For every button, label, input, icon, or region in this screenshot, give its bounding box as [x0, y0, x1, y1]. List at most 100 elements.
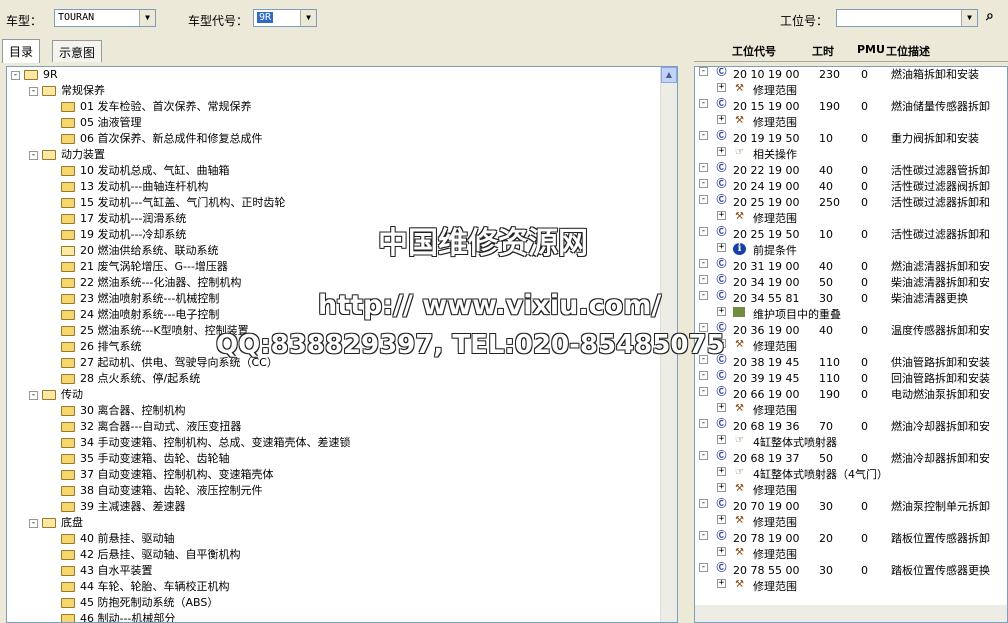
op-sub-row[interactable]: + ⚒ 修理范围 [695, 483, 1007, 499]
op-row[interactable]: - Ⓒ 20 34 19 00 50 0 柴油滤清器拆卸和安 [695, 275, 1007, 291]
folder-icon [61, 598, 75, 608]
op-code: 20 39 19 45 [733, 372, 800, 385]
scroll-up-icon[interactable]: ▲ [661, 67, 677, 83]
pos-combo[interactable]: ▼ [836, 9, 978, 27]
op-sub-row[interactable]: + i 前提条件 [695, 243, 1007, 259]
tree-item-label: 10 发动机总成、气缸、曲轴箱 [80, 164, 230, 177]
op-sub-row[interactable]: + ⚒ 修理范围 [695, 339, 1007, 355]
op-sub-row[interactable]: + ☞ 4缸整体式喷射器 [695, 435, 1007, 451]
tree-item[interactable]: 35 手动变速箱、齿轮、齿轮轴 [47, 451, 230, 467]
tree-item[interactable]: 20 燃油供给系统、联动系统 [47, 243, 219, 259]
tree-item[interactable]: - 动力装置 [29, 147, 105, 163]
col-code[interactable]: 工位代号 [732, 43, 776, 59]
collapse-toggle-icon[interactable]: - [29, 150, 38, 160]
tree-item[interactable]: 22 燃油系统---化油器、控制机构 [47, 275, 241, 291]
binoculars-icon[interactable]: ⌕ [986, 8, 994, 24]
tree-item[interactable]: 42 后悬挂、驱动轴、自平衡机构 [47, 547, 241, 563]
tree-item-label: 06 首次保养、新总成件和修复总成件 [80, 132, 263, 145]
tree-item[interactable]: - 底盘 [29, 515, 83, 531]
tree-item[interactable]: - 传动 [29, 387, 83, 403]
watermark-contact: QQ:838829397, TEL:020-85485075 [216, 330, 725, 360]
op-row[interactable]: - Ⓒ 20 38 19 45 110 0 供油管路拆卸和安装 [695, 355, 1007, 371]
tree-item[interactable]: 26 排气系统 [47, 339, 142, 355]
collapse-toggle-icon[interactable]: - [29, 390, 38, 400]
tree-item[interactable]: 01 发车检验、首次保养、常规保养 [47, 99, 252, 115]
tree-item[interactable]: - 9R [11, 67, 58, 83]
tree-item[interactable]: 23 燃油喷射系统---机械控制 [47, 291, 219, 307]
op-row[interactable]: - Ⓒ 20 24 19 00 40 0 活性碳过滤器阀拆卸 [695, 179, 1007, 195]
op-sub-row[interactable]: + ⚒ 修理范围 [695, 403, 1007, 419]
op-sub-row[interactable]: + ⚒ 修理范围 [695, 211, 1007, 227]
op-row[interactable]: - Ⓒ 20 10 19 00 230 0 燃油箱拆卸和安装 [695, 67, 1007, 83]
tree-item[interactable]: 21 废气涡轮增压、G---增压器 [47, 259, 228, 275]
tree-item[interactable]: 43 自水平装置 [47, 563, 153, 579]
code-combo[interactable]: 9R ▼ [253, 9, 317, 27]
op-sub-row[interactable]: + ⚒ 修理范围 [695, 547, 1007, 563]
tree-item[interactable]: 37 自动变速箱、控制机构、变速箱壳体 [47, 467, 274, 483]
op-sub-row[interactable]: + ☞ 4缸整体式喷射器（4气门） [695, 467, 1007, 483]
ops-list[interactable]: - Ⓒ 20 10 19 00 230 0 燃油箱拆卸和安装 + ⚒ 修理范围 - Ⓒ 20 15 1… [694, 66, 1008, 623]
op-row[interactable]: - Ⓒ 20 66 19 00 190 0 电动燃油泵拆卸和安 [695, 387, 1007, 403]
op-sub-label: 修理范围 [753, 212, 797, 225]
collapse-toggle-icon[interactable]: - [29, 86, 38, 96]
op-sub-row[interactable]: + ⚒ 修理范围 [695, 83, 1007, 99]
col-pmu[interactable]: PMU [857, 43, 885, 56]
tree-item[interactable]: 34 手动变速箱、控制机构、总成、变速箱壳体、差速锁 [47, 435, 351, 451]
tree-item[interactable]: 39 主减速器、差速器 [47, 499, 186, 515]
op-row[interactable]: - Ⓒ 20 31 19 00 40 0 燃油滤清器拆卸和安 [695, 259, 1007, 275]
tab-catalog[interactable]: 目录 [2, 39, 41, 63]
op-row[interactable]: - Ⓒ 20 36 19 00 40 0 温度传感器拆卸和安 [695, 323, 1007, 339]
ops-hscrollbar[interactable] [695, 605, 1007, 622]
op-pmu: 0 [861, 180, 868, 193]
tree-item[interactable]: 24 燃油喷射系统---电子控制 [47, 307, 219, 323]
tree-item[interactable]: 30 离合器、控制机构 [47, 403, 186, 419]
op-row[interactable]: - Ⓒ 20 68 19 36 70 0 燃油冷却器拆卸和安 [695, 419, 1007, 435]
op-row[interactable]: - Ⓒ 20 78 55 00 30 0 踏板位置传感器更换 [695, 563, 1007, 579]
op-row[interactable]: - Ⓒ 20 34 55 81 30 0 柴油滤清器更换 [695, 291, 1007, 307]
op-hours: 110 [819, 372, 840, 385]
op-sub-row[interactable]: + 维护项目中的重叠 [695, 307, 1007, 323]
op-row[interactable]: - Ⓒ 20 39 19 45 110 0 回油管路拆卸和安装 [695, 371, 1007, 387]
tree-item[interactable]: - 常规保养 [29, 83, 105, 99]
col-hours[interactable]: 工时 [812, 43, 834, 59]
folder-icon [42, 390, 56, 400]
folder-icon [61, 486, 75, 496]
chevron-down-icon[interactable]: ▼ [961, 10, 977, 26]
tree-item[interactable]: 05 油液管理 [47, 115, 142, 131]
op-hours: 40 [819, 260, 833, 273]
op-row[interactable]: - Ⓒ 20 15 19 00 190 0 燃油储量传感器拆卸 [695, 99, 1007, 115]
tree-item[interactable]: 15 发动机---气缸盖、气门机构、正时齿轮 [47, 195, 285, 211]
op-row[interactable]: - Ⓒ 20 25 19 00 250 0 活性碳过滤器拆卸和 [695, 195, 1007, 211]
op-row[interactable]: - Ⓒ 20 70 19 00 30 0 燃油泵控制单元拆卸 [695, 499, 1007, 515]
op-sub-row[interactable]: + ⚒ 修理范围 [695, 115, 1007, 131]
tree-item[interactable]: 28 点火系统、停/起系统 [47, 371, 200, 387]
collapse-toggle-icon[interactable]: - [29, 518, 38, 528]
tab-diagram[interactable]: 示意图 [52, 40, 103, 62]
tree-item[interactable]: 40 前悬挂、驱动轴 [47, 531, 175, 547]
tree-item[interactable]: 38 自动变速箱、齿轮、液压控制元件 [47, 483, 263, 499]
tree-item[interactable]: 19 发动机---冷却系统 [47, 227, 186, 243]
op-row[interactable]: - Ⓒ 20 22 19 00 40 0 活性碳过滤器管拆卸 [695, 163, 1007, 179]
op-sub-row[interactable]: + ⚒ 修理范围 [695, 579, 1007, 595]
folder-icon [61, 166, 75, 176]
tree-item[interactable]: 45 防抱死制动系统（ABS） [47, 595, 218, 611]
op-sub-row[interactable]: + ⚒ 修理范围 [695, 515, 1007, 531]
chevron-down-icon[interactable]: ▼ [300, 10, 316, 26]
op-hours: 40 [819, 180, 833, 193]
tree-item[interactable]: 32 离合器---自动式、液压变扭器 [47, 419, 241, 435]
collapse-toggle-icon[interactable]: - [11, 70, 20, 80]
chevron-down-icon[interactable]: ▼ [139, 10, 155, 26]
tree-item[interactable]: 13 发动机---曲轴连杆机构 [47, 179, 208, 195]
tree-item[interactable]: 44 车轮、轮胎、车辆校正机构 [47, 579, 230, 595]
op-sub-row[interactable]: + ☞ 相关操作 [695, 147, 1007, 163]
op-row[interactable]: - Ⓒ 20 78 19 00 20 0 踏板位置传感器拆卸 [695, 531, 1007, 547]
model-combo[interactable]: TOURAN ▼ [54, 9, 156, 27]
op-row[interactable]: - Ⓒ 20 25 19 50 10 0 活性碳过滤器拆卸和 [695, 227, 1007, 243]
op-row[interactable]: - Ⓒ 20 19 19 50 10 0 重力阀拆卸和安装 [695, 131, 1007, 147]
op-row[interactable]: - Ⓒ 20 68 19 37 50 0 燃油冷却器拆卸和安 [695, 451, 1007, 467]
tree-item[interactable]: 17 发动机---润滑系统 [47, 211, 186, 227]
tree-item[interactable]: 10 发动机总成、气缸、曲轴箱 [47, 163, 230, 179]
tree-item[interactable]: 06 首次保养、新总成件和修复总成件 [47, 131, 263, 147]
tree-item[interactable]: 46 制动---机械部分 [47, 611, 175, 622]
col-desc[interactable]: 工位描述 [886, 43, 930, 59]
